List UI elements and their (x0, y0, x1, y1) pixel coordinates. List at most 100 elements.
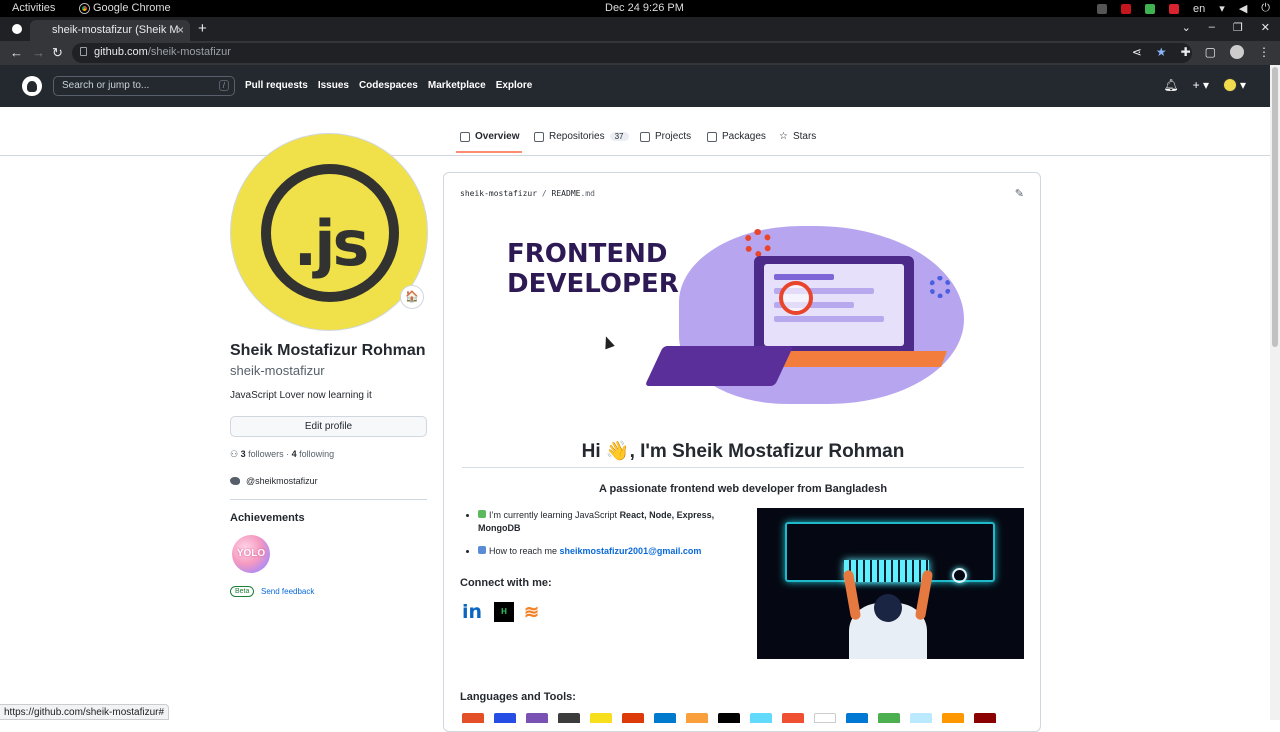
following-link[interactable]: 4 following (292, 449, 335, 459)
app-menu[interactable]: Google Chrome (80, 2, 171, 14)
tool-icon (974, 713, 996, 723)
linkedin-icon[interactable]: in (462, 601, 484, 623)
forward-icon[interactable]: → (32, 45, 45, 60)
back-icon[interactable]: ← (10, 45, 23, 60)
banner-title-line2: DEVELOPER (507, 269, 679, 299)
tool-icon (462, 713, 484, 723)
magnifier-icon (779, 281, 813, 315)
record-icon (1169, 3, 1180, 14)
connect-heading: Connect with me: (460, 577, 552, 589)
nav-marketplace[interactable]: Marketplace (428, 80, 486, 91)
scrollbar-thumb[interactable] (1272, 67, 1278, 347)
tool-icon (782, 713, 804, 723)
nav-codespaces[interactable]: Codespaces (359, 80, 418, 91)
page-scrollbar[interactable] (1270, 65, 1280, 720)
js-logo-text: .js (293, 207, 370, 280)
book-icon (460, 131, 470, 142)
email-link[interactable]: sheikmostafizur2001@gmail.com (560, 546, 702, 556)
notifications-bell-icon[interactable]: 🔔︎ (1163, 78, 1178, 92)
tab-close-icon[interactable]: × (177, 23, 184, 37)
reload-icon[interactable]: ↻ (52, 45, 63, 61)
repo-count-badge: 37 (609, 132, 629, 141)
user-menu[interactable]: ▾ (1222, 78, 1246, 92)
send-feedback-link[interactable]: Send feedback (261, 587, 314, 596)
nav-explore[interactable]: Explore (496, 80, 533, 91)
readme-file-name[interactable]: README (552, 189, 581, 198)
minimize-icon[interactable]: – (1209, 21, 1215, 34)
tab-packages[interactable]: Packages (707, 131, 766, 142)
tool-icon (494, 713, 516, 723)
yolo-achievement-badge[interactable]: YOLO (232, 535, 270, 573)
twitter-link[interactable]: @sheikmostafizur (230, 476, 318, 486)
followers-link[interactable]: 3 followers (241, 449, 284, 459)
tool-icon (846, 713, 868, 723)
github-search-input[interactable]: Search or jump to... / (53, 76, 235, 96)
side-panel-icon[interactable]: ▢ (1205, 45, 1216, 59)
share-icon[interactable]: ⋖ (1132, 45, 1142, 59)
chrome-menu-icon[interactable]: ⋮ (1258, 45, 1270, 59)
window-controls: ⌄ – ❐ ✕ (1182, 21, 1270, 34)
tab-label: Repositories (549, 131, 605, 142)
extensions-icon[interactable]: ✚ (1181, 45, 1191, 59)
tab-overview[interactable]: Overview (455, 131, 523, 153)
address-bar-row: ← → ↻ github.com/sheik-mostafizur ⋖ ★ ✚ … (0, 41, 1280, 65)
url-input[interactable]: github.com/sheik-mostafizur (72, 43, 1192, 63)
edit-profile-button[interactable]: Edit profile (230, 416, 427, 437)
bookmark-star-icon[interactable]: ★ (1156, 45, 1167, 59)
tab-list-icon[interactable]: ⌄ (1182, 21, 1191, 34)
people-icon: ⚇ (230, 449, 239, 459)
readme-owner-link[interactable]: sheik-mostafizur (460, 189, 537, 198)
profile-username: sheik-mostafizur (230, 363, 325, 378)
profile-avatar-icon[interactable] (1230, 45, 1244, 59)
edit-readme-pencil-icon[interactable]: ✎ (1015, 187, 1024, 200)
readme-tagline: A passionate frontend web developer from… (598, 483, 888, 495)
sidebar-divider (230, 499, 427, 500)
tab-strip: sheik-mostafizur (Sheik M × + ⌄ – ❐ ✕ (0, 17, 1280, 41)
desk-illustration (771, 351, 947, 367)
achievements-heading: Achievements (230, 512, 305, 524)
followers-label: followers (248, 449, 284, 459)
coding-setup-gif (757, 508, 1024, 659)
star-icon: ☆ (779, 131, 788, 142)
app-name: Google Chrome (93, 2, 171, 14)
tool-icon (526, 713, 548, 723)
languages-heading: Languages and Tools: (460, 691, 576, 703)
profile-avatar[interactable]: .js (230, 133, 428, 331)
activities-button[interactable]: Activities (12, 2, 55, 14)
create-new-menu[interactable]: + ▾ (1193, 78, 1209, 92)
banner-title: FRONTEND DEVELOPER (507, 239, 679, 299)
app-indicator-icon (1121, 3, 1132, 14)
github-header: Search or jump to... / Pull requests Iss… (0, 65, 1270, 107)
heading-rule (462, 467, 1024, 468)
tab-label: Stars (792, 131, 817, 142)
lock-icon[interactable] (80, 47, 87, 56)
tab-repositories[interactable]: Repositories 37 (534, 131, 629, 142)
readme-file-ext: .md (580, 189, 595, 198)
status-emoji-button[interactable]: 🏠 (400, 285, 424, 309)
clock[interactable]: Dec 24 9:26 PM (605, 2, 684, 14)
maximize-icon[interactable]: ❐ (1233, 21, 1243, 34)
followers-count: 3 (240, 449, 246, 459)
browser-tab[interactable]: sheik-mostafizur (Sheik M × (30, 20, 190, 41)
system-tray[interactable]: en ▾ ◀ ⏻ (1097, 2, 1270, 15)
tab-search-icon[interactable] (12, 24, 22, 34)
tab-projects[interactable]: Projects (640, 131, 691, 142)
list-item: How to reach me sheikmostafizur2001@gmai… (478, 545, 738, 558)
person-head (874, 594, 902, 622)
bullet2-text: How to reach me (489, 546, 560, 556)
readme-card: sheik-mostafizur / README.md ✎ FRONTEND … (443, 172, 1041, 732)
tool-icon (622, 713, 644, 723)
hackerrank-icon[interactable]: H (494, 602, 514, 622)
tab-stars[interactable]: ☆ Stars (779, 131, 816, 142)
monitor-illustration (754, 256, 914, 356)
tab-title: sheik-mostafizur (Sheik M (52, 24, 179, 36)
close-window-icon[interactable]: ✕ (1261, 21, 1270, 34)
nav-pull-requests[interactable]: Pull requests (245, 80, 308, 91)
github-logo-icon[interactable] (22, 76, 42, 96)
nav-issues[interactable]: Issues (318, 80, 349, 91)
social-links: in H ≋ (462, 601, 544, 623)
bullet1-text: I’m currently learning JavaScript (489, 510, 620, 520)
new-tab-icon[interactable]: + (198, 20, 207, 37)
language-indicator[interactable]: en (1193, 3, 1205, 15)
stackoverflow-icon[interactable]: ≋ (524, 602, 544, 622)
